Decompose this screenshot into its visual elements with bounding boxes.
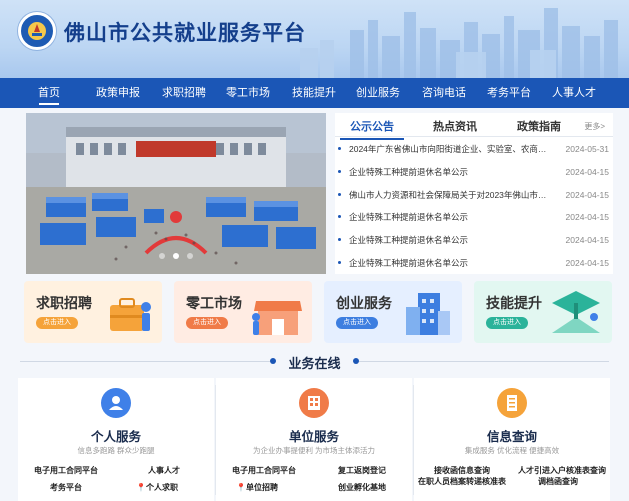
- nav-item-jobs[interactable]: 求职招聘: [162, 78, 206, 108]
- site-title: 佛山市公共就业服务平台: [64, 22, 306, 45]
- link-file-transfer-query[interactable]: 调档函查询: [538, 476, 578, 487]
- carousel-dot-active[interactable]: [173, 253, 179, 259]
- news-date: 2024-04-15: [565, 212, 609, 223]
- link-hr-talent[interactable]: 人事人才: [148, 465, 180, 476]
- column-subtitle: 集成服务 优化流程 便捷高效: [464, 446, 560, 455]
- news-title[interactable]: 企业特殊工种提前退休名单公示: [349, 211, 554, 223]
- card-job-search[interactable]: 求职招聘 点击进入: [24, 281, 162, 343]
- news-title[interactable]: 企业特殊工种提前退休名单公示: [349, 166, 554, 178]
- link-archive-transfer[interactable]: 在职人员档案转递核准表: [418, 476, 506, 487]
- briefcase-icon: [110, 298, 151, 331]
- enter-button[interactable]: 点击进入: [336, 317, 378, 329]
- link-return-registration[interactable]: 复工返岗登记: [338, 465, 386, 476]
- card-title: 技能提升: [486, 295, 542, 311]
- document-icon: [497, 388, 527, 418]
- section-title: 业务在线: [288, 356, 341, 371]
- news-title[interactable]: 2024年广东省佛山市向阳街道企业、实验室、农商行、医院和社区...: [349, 143, 554, 155]
- enter-button[interactable]: 点击进入: [486, 317, 528, 329]
- bullet-icon: [338, 147, 341, 150]
- personal-service-column: 个人服务 信息多跑路 群众少跑腿 电子用工合同平台 人事人才 考务平台 📍个人求…: [18, 378, 214, 501]
- column-title: 单位服务: [288, 430, 339, 444]
- list-item[interactable]: 企业特殊工种提前退休名单公示 2024-04-15: [335, 234, 613, 257]
- list-item[interactable]: 企业特殊工种提前退休名单公示 2024-04-15: [335, 166, 613, 189]
- column-title: 个人服务: [90, 430, 141, 444]
- shop-icon: [252, 301, 302, 335]
- carousel-dot[interactable]: [158, 253, 165, 259]
- nav-item-policy[interactable]: 政策申报: [96, 78, 140, 108]
- unit-service-column: 单位服务 为企业办事提便利 为市场主体添活力 电子用工合同平台 复工返岗登记 📍…: [216, 378, 412, 501]
- fire-icon: 📍: [136, 483, 146, 492]
- tab-hot-news[interactable]: 热点资讯: [433, 118, 477, 134]
- news-panel: 公示公告 热点资讯 政策指南 更多> 2024年广东省佛山市向阳街道企业、实验室…: [335, 113, 613, 274]
- list-item[interactable]: 佛山市人力资源和社会保障局关于对2023年佛山市企业首席... 2024-04-…: [335, 189, 613, 212]
- news-date: 2024-04-15: [565, 166, 609, 177]
- bullet-icon: [338, 238, 341, 242]
- nav-item-home[interactable]: 首页: [38, 78, 60, 108]
- news-date: 2024-04-15: [565, 189, 609, 200]
- carousel-dots: [26, 246, 326, 264]
- nav-item-hotline[interactable]: 咨询电话: [422, 78, 466, 108]
- news-date: 2024-04-15: [565, 235, 609, 246]
- nav-item-talent[interactable]: 人事人才: [552, 78, 596, 108]
- news-title[interactable]: 企业特殊工种提前退休名单公示: [349, 257, 554, 269]
- news-list: 2024年广东省佛山市向阳街道企业、实验室、农商行、医院和社区... 2024-…: [335, 143, 613, 280]
- fire-icon: 📍: [236, 483, 246, 492]
- link-incubation-base[interactable]: 创业孵化基地: [338, 482, 386, 493]
- bullet-icon: [338, 169, 341, 173]
- person-icon: [101, 388, 131, 418]
- tab-policy-guide[interactable]: 政策指南: [517, 118, 561, 134]
- building-icon: [406, 293, 450, 335]
- column-subtitle: 信息多跑路 群众少跑腿: [77, 446, 155, 455]
- link-job-seeking[interactable]: 📍个人求职: [136, 482, 178, 493]
- bullet-icon: [338, 192, 341, 196]
- enter-button[interactable]: 点击进入: [186, 317, 228, 329]
- bullet-icon: [338, 260, 341, 264]
- carousel-dot[interactable]: [187, 253, 194, 259]
- tab-announcements[interactable]: 公示公告: [340, 118, 404, 140]
- main-nav: 首页 政策申报 求职招聘 零工市场 技能提升 创业服务 咨询电话 考务平台 人事…: [0, 78, 629, 108]
- card-startup[interactable]: 创业服务 点击进入: [324, 281, 462, 343]
- card-gig-market[interactable]: 零工市场 点击进入: [174, 281, 312, 343]
- enter-button[interactable]: 点击进入: [36, 317, 78, 329]
- nav-item-exam[interactable]: 考务平台: [487, 78, 531, 108]
- list-item[interactable]: 企业特殊工种提前退休名单公示 2024-04-15: [335, 257, 613, 280]
- link-contract-platform[interactable]: 电子用工合同平台: [232, 465, 296, 476]
- nav-item-startup[interactable]: 创业服务: [356, 78, 400, 108]
- building-icon: [299, 388, 329, 418]
- link-exam-platform[interactable]: 考务平台: [50, 482, 82, 493]
- news-title[interactable]: 佛山市人力资源和社会保障局关于对2023年佛山市企业首席...: [349, 189, 554, 201]
- info-query-column: 信息查询 集成服务 优化流程 便捷高效 接收函信息查询 人才引进入户核准表查询 …: [414, 378, 610, 501]
- nav-item-skills[interactable]: 技能提升: [292, 78, 336, 108]
- column-title: 信息查询: [486, 430, 537, 444]
- card-title: 零工市场: [186, 295, 242, 311]
- divider: [359, 361, 609, 362]
- news-date: 2024-05-31: [565, 144, 609, 154]
- bullet-icon: [338, 215, 341, 219]
- skill-icon: [552, 291, 600, 333]
- link-contract-platform[interactable]: 电子用工合同平台: [34, 465, 98, 476]
- card-title: 求职招聘: [36, 295, 92, 311]
- card-skills[interactable]: 技能提升 点击进入: [474, 281, 612, 343]
- list-item[interactable]: 企业特殊工种提前退休名单公示 2024-04-15: [335, 211, 613, 234]
- business-online-header: 业务在线: [0, 353, 629, 371]
- link-acceptance-letter-query[interactable]: 接收函信息查询: [434, 465, 490, 476]
- emblem-icon: [18, 12, 56, 50]
- more-link[interactable]: 更多>: [584, 121, 605, 132]
- column-subtitle: 为企业办事提便利 为市场主体添活力: [252, 446, 376, 455]
- news-carousel[interactable]: [26, 113, 326, 274]
- link-unit-recruitment[interactable]: 📍单位招聘: [236, 482, 278, 493]
- site-header: 佛山市公共就业服务平台: [0, 0, 629, 78]
- news-tabs: 公示公告 热点资讯 政策指南 更多>: [335, 113, 613, 140]
- link-talent-settlement-query[interactable]: 人才引进入户核准表查询: [518, 465, 606, 476]
- news-title[interactable]: 企业特殊工种提前退休名单公示: [349, 234, 554, 246]
- news-date: 2024-04-15: [565, 257, 609, 268]
- nav-item-gig-market[interactable]: 零工市场: [226, 78, 270, 108]
- list-item[interactable]: 2024年广东省佛山市向阳街道企业、实验室、农商行、医院和社区... 2024-…: [335, 143, 613, 166]
- card-title: 创业服务: [336, 295, 392, 311]
